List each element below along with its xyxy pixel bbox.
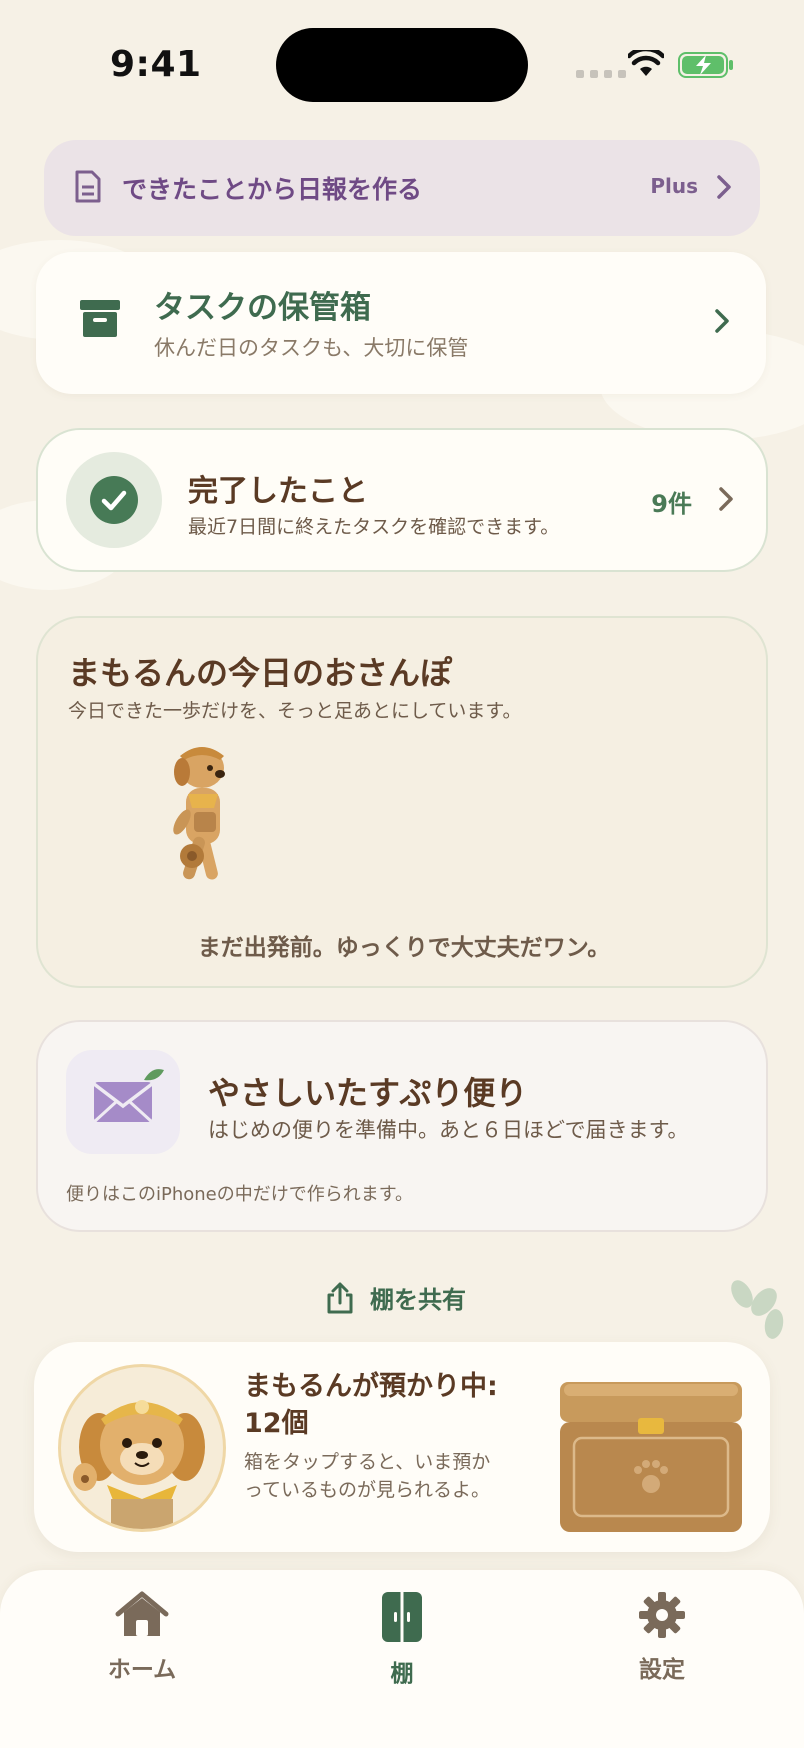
completed-subtitle: 最近7日間に終えたタスクを確認できます。 (188, 516, 560, 538)
keeping-card[interactable]: まもるんが預かり中: 12個 箱をタップすると、いま預かっているものが見られるよ… (34, 1342, 770, 1552)
share-shelf-button[interactable]: 棚を共有 (326, 1280, 466, 1315)
completed-count: 9件 (651, 490, 692, 518)
tab-settings-label: 設定 (639, 1657, 685, 1683)
letter-card[interactable]: やさしいたすぷり便り はじめの便りを準備中。あと６日ほどで届きます。 便りはこの… (36, 1020, 768, 1232)
share-label: 棚を共有 (370, 1286, 466, 1314)
keeping-title: まもるんが預かり中: 12個 (244, 1371, 498, 1439)
walk-subtitle: 今日できた一歩だけを、そっと足あとにしています。 (68, 700, 522, 722)
banner-label: できたことから日報を作る (122, 175, 423, 204)
tab-settings[interactable]: 設定 (592, 1590, 732, 1684)
letter-title: やさしいたすぷり便り (208, 1074, 528, 1112)
keeping-subtitle: 箱をタップすると、いま預かっているものが見られるよ。 (244, 1451, 491, 1501)
walk-message: まだ出発前。ゆっくりで大丈夫だワン。 (197, 935, 611, 961)
storage-title: タスクの保管箱 (154, 290, 371, 326)
status-time: 9:41 (110, 44, 202, 85)
envelope-badge (66, 1050, 180, 1154)
chevron-right-icon (715, 309, 729, 333)
completed-tasks-card[interactable]: 完了したこと 最近7日間に終えたタスクを確認できます。 9件 (36, 428, 768, 572)
dog-mascot-icon (73, 1400, 205, 1529)
gear-icon (639, 1592, 685, 1638)
tab-shelf[interactable]: 棚 (332, 1590, 472, 1688)
plus-badge: Plus (650, 174, 698, 198)
walking-dog-mascot-icon (173, 747, 225, 880)
storage-subtitle: 休んだ日のタスクも、大切に保管 (154, 336, 469, 360)
home-icon (115, 1591, 169, 1636)
chevron-right-icon (719, 487, 733, 511)
envelope-icon (92, 1069, 164, 1124)
cellular-signal-icon (576, 70, 626, 78)
shelf-icon (382, 1592, 422, 1642)
tab-shelf-label: 棚 (390, 1661, 414, 1687)
dynamic-island (276, 28, 528, 102)
daily-report-banner[interactable]: できたことから日報を作る Plus (44, 140, 760, 236)
leaf-decoration (731, 1280, 784, 1339)
checkmark-badge (66, 452, 162, 548)
checkmark-icon (90, 476, 138, 524)
walk-title: まもるんの今日のおさんぽ (68, 654, 453, 692)
archive-box-icon (80, 300, 120, 337)
wifi-icon (628, 50, 664, 76)
tab-home-label: ホーム (107, 1657, 177, 1683)
letter-note: 便りはこのiPhoneの中だけで作られます。 (66, 1184, 413, 1205)
tab-home[interactable]: ホーム (72, 1590, 212, 1684)
mascot-avatar (58, 1364, 226, 1532)
task-storage-card[interactable]: タスクの保管箱 休んだ日のタスクも、大切に保管 (36, 252, 766, 394)
walk-card: まもるんの今日のおさんぽ 今日できた一歩だけを、そっと足あとにしています。 まだ… (36, 616, 768, 988)
document-icon (75, 170, 101, 203)
treasure-box-icon[interactable] (558, 1380, 744, 1534)
tab-bar: ホーム 棚 設定 (0, 1570, 804, 1748)
share-icon (327, 1282, 353, 1313)
battery-charging-icon (678, 52, 733, 78)
completed-title: 完了したこと (188, 474, 368, 509)
status-bar: 9:41 (0, 0, 804, 120)
chevron-right-icon (717, 175, 731, 199)
letter-subtitle: はじめの便りを準備中。あと６日ほどで届きます。 (208, 1118, 689, 1142)
